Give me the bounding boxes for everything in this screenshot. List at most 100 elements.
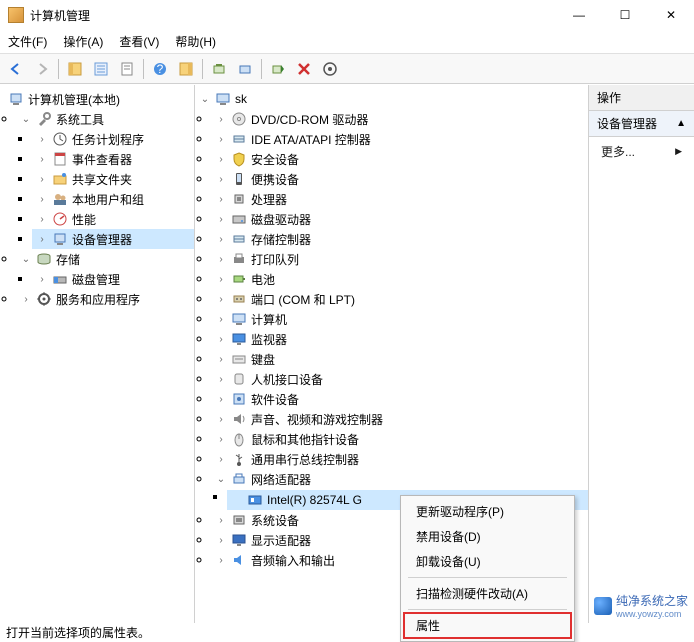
console-tree[interactable]: 计算机管理(本地)⌄系统工具›任务计划程序›事件查看器›共享文件夹›本地用户和组… bbox=[0, 89, 194, 309]
context-menu-item[interactable]: 禁用设备(D) bbox=[404, 524, 571, 549]
device-root[interactable]: ⌄sk bbox=[195, 89, 588, 109]
expand-toggle[interactable]: › bbox=[215, 274, 227, 285]
device-category[interactable]: ›人机接口设备 bbox=[211, 369, 588, 389]
expand-toggle[interactable]: › bbox=[36, 214, 48, 225]
device-category[interactable]: ›计算机 bbox=[211, 309, 588, 329]
tree-item[interactable]: ›性能 bbox=[32, 209, 194, 229]
tree-item[interactable]: ›任务计划程序 bbox=[32, 129, 194, 149]
expand-toggle[interactable]: ⌄ bbox=[199, 94, 211, 105]
device-label: 处理器 bbox=[251, 191, 293, 208]
tree-item[interactable]: ›本地用户和组 bbox=[32, 189, 194, 209]
expand-toggle[interactable]: › bbox=[36, 194, 48, 205]
device-category[interactable]: ›便携设备 bbox=[211, 169, 588, 189]
expand-toggle[interactable]: › bbox=[36, 274, 48, 285]
uninstall-device-button[interactable] bbox=[292, 57, 316, 81]
scan-hardware-button[interactable] bbox=[207, 57, 231, 81]
expand-toggle[interactable]: › bbox=[215, 454, 227, 465]
expand-toggle[interactable]: › bbox=[215, 414, 227, 425]
expand-toggle[interactable]: › bbox=[215, 234, 227, 245]
device-category[interactable]: ›端口 (COM 和 LPT) bbox=[211, 289, 588, 309]
device-category[interactable]: › 打印队列 bbox=[211, 249, 588, 269]
device-category[interactable]: ›电池 bbox=[211, 269, 588, 289]
expand-toggle[interactable]: › bbox=[215, 374, 227, 385]
expand-toggle[interactable]: › bbox=[215, 114, 227, 125]
menu-help[interactable]: 帮助(H) bbox=[175, 33, 216, 50]
expand-toggle[interactable]: › bbox=[215, 394, 227, 405]
expand-toggle[interactable]: › bbox=[215, 134, 227, 145]
minimize-button[interactable]: — bbox=[556, 0, 602, 30]
tree-node[interactable]: ›服务和应用程序 bbox=[16, 289, 194, 309]
device-category[interactable]: ›DVD/CD-ROM 驱动器 bbox=[211, 109, 588, 129]
keyboard-icon bbox=[231, 351, 247, 367]
device-category[interactable]: ›安全设备 bbox=[211, 149, 588, 169]
actions-section[interactable]: 设备管理器 ▲ bbox=[589, 111, 694, 137]
expand-toggle[interactable]: › bbox=[215, 214, 227, 225]
expand-toggle[interactable]: › bbox=[36, 154, 48, 165]
device-category[interactable]: ›键盘 bbox=[211, 349, 588, 369]
expand-toggle[interactable]: › bbox=[215, 354, 227, 365]
expand-toggle[interactable]: › bbox=[36, 174, 48, 185]
more-actions[interactable]: 更多... ▶ bbox=[589, 137, 694, 166]
expand-toggle[interactable]: › bbox=[20, 294, 32, 305]
action-pane-button[interactable] bbox=[174, 57, 198, 81]
context-menu[interactable]: 更新驱动程序(P)禁用设备(D)卸载设备(U) 扫描检测硬件改动(A) 属性 bbox=[400, 495, 575, 642]
properties-button[interactable] bbox=[89, 57, 113, 81]
tree-node[interactable]: ⌄存储 bbox=[16, 249, 194, 269]
export-button[interactable] bbox=[115, 57, 139, 81]
expand-toggle[interactable]: ⌄ bbox=[20, 114, 32, 125]
expand-toggle[interactable]: › bbox=[215, 434, 227, 445]
expand-toggle[interactable]: › bbox=[215, 254, 227, 265]
cpu-icon bbox=[231, 191, 247, 207]
disk-icon bbox=[231, 211, 247, 227]
device-label: 声音、视频和游戏控制器 bbox=[251, 411, 389, 428]
device-category[interactable]: ›软件设备 bbox=[211, 389, 588, 409]
expand-toggle[interactable]: › bbox=[215, 174, 227, 185]
back-button[interactable] bbox=[4, 57, 28, 81]
tree-item[interactable]: ›磁盘管理 bbox=[32, 269, 194, 289]
expand-toggle[interactable]: › bbox=[215, 294, 227, 305]
device-category[interactable]: › 处理器 bbox=[211, 189, 588, 209]
expand-toggle[interactable]: › bbox=[215, 334, 227, 345]
context-menu-item[interactable]: 更新驱动程序(P) bbox=[404, 499, 571, 524]
device-category[interactable]: ›磁盘驱动器 bbox=[211, 209, 588, 229]
expand-toggle[interactable]: › bbox=[215, 535, 227, 546]
menu-file[interactable]: 文件(F) bbox=[8, 33, 47, 50]
maximize-button[interactable]: ☐ bbox=[602, 0, 648, 30]
context-menu-item[interactable]: 属性 bbox=[404, 613, 571, 638]
device-properties-button[interactable] bbox=[318, 57, 342, 81]
expand-toggle[interactable]: › bbox=[215, 515, 227, 526]
expand-toggle[interactable]: › bbox=[215, 314, 227, 325]
expand-toggle[interactable]: › bbox=[36, 134, 48, 145]
expand-toggle[interactable]: › bbox=[215, 154, 227, 165]
device-category[interactable]: ›存储控制器 bbox=[211, 229, 588, 249]
tree-item[interactable]: ›共享文件夹 bbox=[32, 169, 194, 189]
device-category[interactable]: › 通用串行总线控制器 bbox=[211, 449, 588, 469]
device-category[interactable]: ›IDE ATA/ATAPI 控制器 bbox=[211, 129, 588, 149]
forward-button[interactable] bbox=[30, 57, 54, 81]
device-category[interactable]: ⌄ 网络适配器 bbox=[211, 469, 588, 489]
device-label: 通用串行总线控制器 bbox=[251, 451, 365, 468]
device-category[interactable]: ›鼠标和其他指针设备 bbox=[211, 429, 588, 449]
expand-toggle[interactable]: › bbox=[36, 234, 48, 245]
close-button[interactable]: ✕ bbox=[648, 0, 694, 30]
expand-toggle[interactable]: ⌄ bbox=[215, 474, 227, 485]
help-button[interactable]: ? bbox=[148, 57, 172, 81]
device-label: 打印队列 bbox=[251, 251, 305, 268]
tree-node[interactable]: ⌄系统工具 bbox=[16, 109, 194, 129]
context-menu-item[interactable]: 卸载设备(U) bbox=[404, 549, 571, 574]
show-hide-tree-button[interactable] bbox=[63, 57, 87, 81]
menu-action[interactable]: 操作(A) bbox=[63, 33, 103, 50]
expand-toggle[interactable]: › bbox=[215, 194, 227, 205]
enable-device-button[interactable] bbox=[266, 57, 290, 81]
device-category[interactable]: ›监视器 bbox=[211, 329, 588, 349]
expand-toggle[interactable]: › bbox=[215, 555, 227, 566]
tree-item[interactable]: ›事件查看器 bbox=[32, 149, 194, 169]
device-label: 网络适配器 bbox=[251, 471, 317, 488]
device-category[interactable]: › 声音、视频和游戏控制器 bbox=[211, 409, 588, 429]
tree-root[interactable]: 计算机管理(本地) bbox=[0, 89, 194, 109]
context-menu-item[interactable]: 扫描检测硬件改动(A) bbox=[404, 581, 571, 606]
expand-toggle[interactable]: ⌄ bbox=[20, 254, 32, 265]
menu-view[interactable]: 查看(V) bbox=[119, 33, 159, 50]
update-driver-button[interactable] bbox=[233, 57, 257, 81]
tree-item[interactable]: ›设备管理器 bbox=[32, 229, 194, 249]
